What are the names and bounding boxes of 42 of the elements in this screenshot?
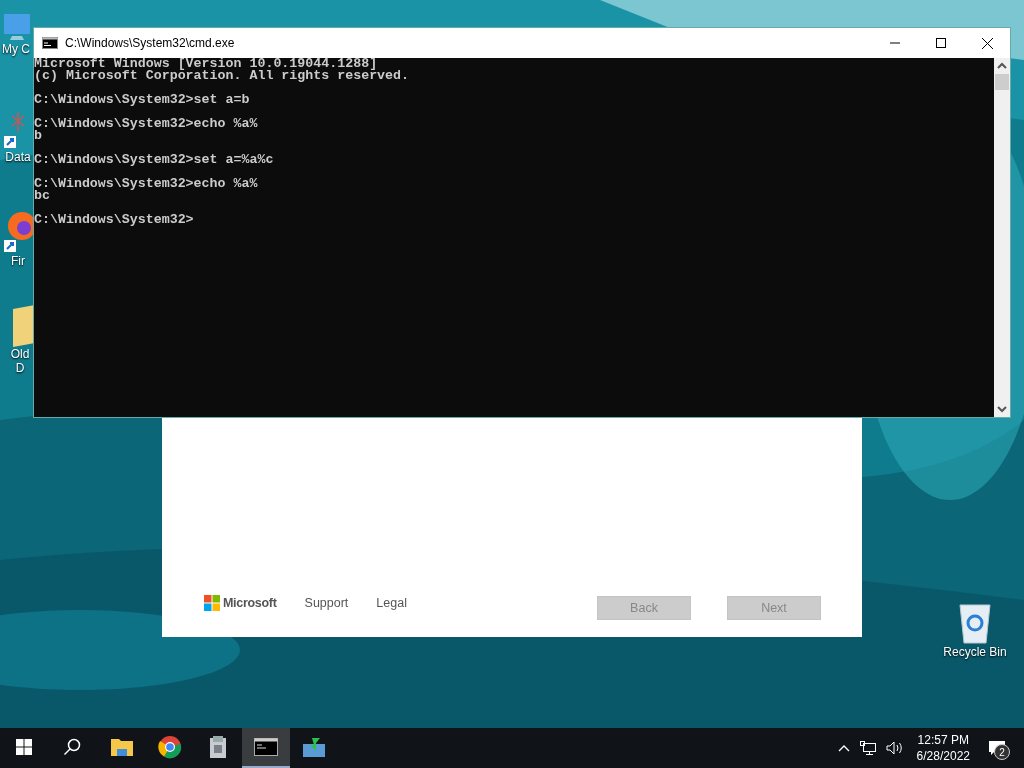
window-title: C:\Windows\System32\cmd.exe: [65, 36, 236, 50]
clock-time: 12:57 PM: [917, 732, 969, 748]
console-line: C:\Windows\System32>echo %a%: [34, 118, 259, 130]
folder-icon: [110, 737, 134, 757]
icon-label: Fir: [11, 254, 25, 268]
microsoft-logo-icon: [204, 595, 220, 611]
icon-label: My C: [2, 42, 30, 56]
console-line: C:\Windows\System32>: [34, 214, 195, 226]
network-icon: [859, 741, 876, 755]
console-line: Microsoft Windows [Version 10.0.19044.1288]: [34, 58, 378, 70]
installer-icon: [302, 736, 326, 758]
console-line: bc: [34, 190, 50, 202]
notification-count: 2: [994, 744, 1010, 760]
console-line: b: [34, 130, 42, 142]
icon-label: D: [15, 361, 25, 375]
console-line: C:\Windows\System32>echo %a%: [34, 178, 259, 190]
browser-icon: [158, 735, 182, 759]
icon-label: Old: [10, 347, 30, 361]
recycle-bin-icon[interactable]: [957, 603, 993, 645]
clock[interactable]: 12:57 PM 6/28/2022: [908, 732, 978, 764]
maximize-icon: [936, 38, 946, 48]
scrollbar[interactable]: [994, 58, 1010, 417]
speaker-icon: [885, 741, 904, 755]
caret-icon: [837, 744, 850, 752]
icon-label: Data: [5, 150, 31, 164]
console-line: C:\Windows\System32>set a=%a%c: [34, 154, 275, 166]
console-line: (c) Microsoft Corporation. All rights reserved.: [34, 70, 411, 82]
terminal-icon: [42, 37, 58, 49]
notifications-button[interactable]: 2: [988, 740, 1006, 756]
windows-logo-icon: [16, 739, 32, 755]
terminal-icon: [254, 738, 278, 756]
taskbar-button[interactable]: [242, 728, 290, 768]
scrollbar-thumb[interactable]: [995, 74, 1009, 90]
close-icon: [981, 37, 993, 49]
console-line: C:\Windows\System32>set a=b: [34, 94, 251, 106]
archive-icon: [208, 735, 228, 759]
search-icon: [63, 738, 81, 756]
icon-label: Recycle Bin: [943, 645, 1007, 659]
footer-link[interactable]: Support: [304, 596, 349, 610]
clock-date: 6/28/2022: [916, 748, 970, 764]
logo-text: Microsoft: [223, 596, 277, 610]
footer-link[interactable]: Legal: [376, 596, 407, 610]
